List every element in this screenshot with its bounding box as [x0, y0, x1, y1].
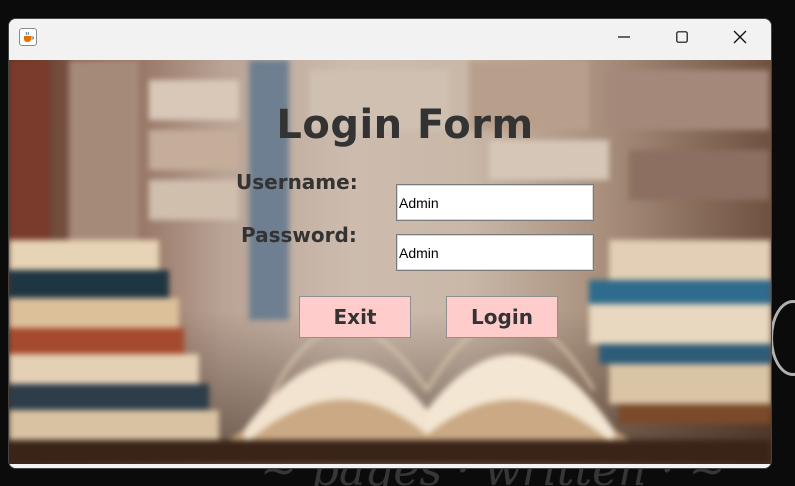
window-bottom-border: [9, 464, 771, 468]
java-cup-icon[interactable]: [19, 28, 37, 46]
password-field[interactable]: [396, 234, 594, 271]
close-button[interactable]: [711, 19, 769, 55]
exit-button[interactable]: Exit: [299, 296, 411, 338]
form-panel: Login Form Username: Password: Exit Logi…: [9, 60, 771, 464]
desktop-wallpaper-ornament: [770, 300, 795, 376]
form-title: Login Form: [276, 102, 534, 148]
close-icon: [733, 30, 747, 44]
login-window: Login Form Username: Password: Exit Logi…: [9, 19, 771, 468]
maximize-icon: [676, 31, 688, 43]
maximize-button[interactable]: [653, 19, 711, 55]
username-label: Username:: [236, 170, 358, 194]
minimize-button[interactable]: [595, 19, 653, 55]
title-bar[interactable]: [9, 19, 771, 60]
username-field[interactable]: [396, 184, 594, 221]
password-label: Password:: [241, 223, 357, 247]
login-button[interactable]: Login: [446, 296, 558, 338]
minimize-icon: [618, 36, 630, 38]
